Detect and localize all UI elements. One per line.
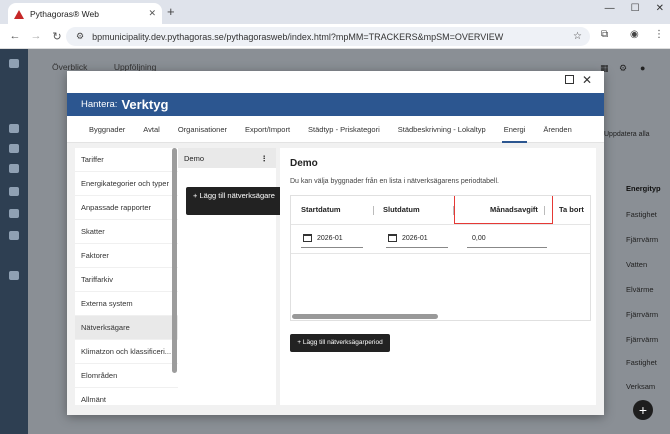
nav-item-climate-zone[interactable]: Klimatzon och klassificeri... xyxy=(75,340,178,364)
settings-gear-icon[interactable]: ⚙ xyxy=(619,63,627,74)
table-cell: Fjärrvärm xyxy=(626,235,659,244)
close-modal-icon[interactable]: ✕ xyxy=(582,73,592,87)
maximize-modal-icon[interactable] xyxy=(565,75,574,84)
app-side-rail xyxy=(0,49,28,434)
browser-tab[interactable]: Pythagoras® Web ✕ xyxy=(8,3,162,24)
reload-icon[interactable]: ↻ xyxy=(51,30,63,43)
url-field[interactable]: ⚙ bpmunicipality.dev.pythagoras.se/pytha… xyxy=(66,27,590,46)
add-period-button[interactable]: + Lägg till nätverksägarperiod xyxy=(290,334,390,352)
address-bar: ← → ↻ ⚙ bpmunicipality.dev.pythagoras.se… xyxy=(0,24,670,49)
pythagoras-favicon-icon xyxy=(14,9,24,19)
tab-energy[interactable]: Energi xyxy=(501,116,528,143)
table-horizontal-scrollbar[interactable] xyxy=(292,314,438,319)
add-network-owner-button[interactable]: + Lägg till nätverksägare xyxy=(186,187,282,215)
header-divider xyxy=(291,224,590,225)
browser-tab-title: Pythagoras® Web xyxy=(30,8,99,19)
tab-cleaning-type-price[interactable]: Städtyp - Priskategori xyxy=(308,116,380,143)
close-tab-icon[interactable]: ✕ xyxy=(148,8,156,19)
network-owner-list: Demo ⋮ + Lägg till nätverksägare xyxy=(178,148,282,405)
monthly-fee-input[interactable]: 0,00 xyxy=(467,230,547,248)
column-header-delete: Ta bort xyxy=(559,205,584,214)
minimize-window-icon[interactable]: — xyxy=(605,3,615,14)
close-window-icon[interactable]: ✕ xyxy=(656,3,664,14)
rail-nav-icon[interactable] xyxy=(9,124,19,133)
row-divider xyxy=(291,253,590,254)
nav-item-energy-categories[interactable]: Energikategorier och typer xyxy=(75,172,178,196)
modal-title: Verktyg xyxy=(121,97,169,112)
profile-icon[interactable]: ◉ xyxy=(630,29,639,40)
user-icon[interactable]: ● xyxy=(640,63,645,73)
table-cell: Verksam xyxy=(626,382,656,391)
bookmark-star-icon[interactable]: ☆ xyxy=(573,31,582,42)
table-cell: Fjärrvärm xyxy=(626,310,659,319)
monthly-fee-highlight xyxy=(454,196,553,224)
nav-item-network-owners[interactable]: Nätverksägare xyxy=(75,316,178,340)
add-fab-button[interactable]: + xyxy=(633,400,653,420)
apps-grid-icon[interactable] xyxy=(9,59,19,68)
nav-item-external-systems[interactable]: Externa system xyxy=(75,292,178,316)
network-owner-name: Demo xyxy=(184,153,205,163)
rail-nav-icon[interactable] xyxy=(9,164,19,173)
browser-menu-icon[interactable]: ⋮ xyxy=(654,29,664,40)
column-header-start-date[interactable]: Startdatum xyxy=(301,196,341,224)
rail-nav-icon[interactable] xyxy=(9,271,19,280)
nav-item-custom-reports[interactable]: Anpassade rapporter xyxy=(75,196,178,220)
background-table-column: Energityp Fastighet Fjärrvärm Vatten Elv… xyxy=(604,148,670,398)
extensions-icon[interactable]: ⧉ xyxy=(601,29,608,40)
nav-item-tariff-archive[interactable]: Tariffarkiv xyxy=(75,268,178,292)
browser-tab-bar: Pythagoras® Web ✕ + — ☐ ✕ xyxy=(0,0,670,24)
more-options-icon[interactable]: ⋮ xyxy=(261,154,269,163)
energy-left-nav: Tariffer Energikategorier och typer Anpa… xyxy=(75,148,178,405)
new-tab-icon[interactable]: + xyxy=(167,4,175,19)
tab-contracts[interactable]: Avtal xyxy=(143,116,160,143)
table-cell: Fjärrvärm xyxy=(626,335,659,344)
nav-item-electricity-areas[interactable]: Elområden xyxy=(75,364,178,388)
detail-title: Demo xyxy=(290,158,318,169)
rail-nav-icon[interactable] xyxy=(9,187,19,196)
rail-nav-icon[interactable] xyxy=(9,231,19,240)
nav-item-factors[interactable]: Faktorer xyxy=(75,244,178,268)
maximize-window-icon[interactable]: ☐ xyxy=(631,3,640,14)
column-header-energityp: Energityp xyxy=(626,184,661,193)
nav-item-tariffs[interactable]: Tariffer xyxy=(75,148,178,172)
end-date-value: 2026-01 xyxy=(402,235,428,242)
site-info-icon[interactable]: ⚙ xyxy=(76,31,84,42)
column-header-end-date[interactable]: Slutdatum xyxy=(383,196,420,224)
table-cell: Vatten xyxy=(626,260,648,269)
left-nav-scrollbar[interactable] xyxy=(172,148,177,373)
tab-buildings[interactable]: Byggnader xyxy=(89,116,125,143)
nav-item-taxes[interactable]: Skatter xyxy=(75,220,178,244)
manage-tools-modal: ✕ Hantera: Verktyg Byggnader Avtal Organ… xyxy=(67,71,604,415)
network-owner-detail: Demo Du kan välja byggnader från en list… xyxy=(280,148,596,405)
start-date-value: 2026-01 xyxy=(317,235,343,242)
modal-body: Tariffer Energikategorier och typer Anpa… xyxy=(67,143,604,415)
modal-tabs: Byggnader Avtal Organisationer Export/Im… xyxy=(67,116,604,143)
update-all-label[interactable]: Uppdatera alla xyxy=(604,131,650,138)
table-cell: Elvärme xyxy=(626,285,654,294)
column-separator xyxy=(373,206,374,215)
tab-export-import[interactable]: Export/Import xyxy=(245,116,290,143)
table-cell: Fastighet xyxy=(626,358,657,367)
end-date-field[interactable]: 2026-01 xyxy=(386,230,448,248)
forward-icon[interactable]: → xyxy=(30,30,42,42)
nav-item-general[interactable]: Allmänt xyxy=(75,388,178,405)
tab-organisations[interactable]: Organisationer xyxy=(178,116,227,143)
detail-description: Du kan välja byggnader från en lista i n… xyxy=(290,178,499,185)
modal-header-prefix: Hantera: xyxy=(81,99,118,110)
calendar-icon[interactable] xyxy=(388,234,397,243)
tab-cleaning-description[interactable]: Städbeskrivning - Lokaltyp xyxy=(398,116,486,143)
back-icon[interactable]: ← xyxy=(9,30,21,42)
modal-header: Hantera: Verktyg xyxy=(67,93,604,116)
rail-nav-icon[interactable] xyxy=(9,209,19,218)
table-cell: Fastighet xyxy=(626,210,657,219)
start-date-field[interactable]: 2026-01 xyxy=(301,230,363,248)
url-text: bpmunicipality.dev.pythagoras.se/pythago… xyxy=(92,31,504,42)
rail-nav-icon[interactable] xyxy=(9,144,19,153)
tab-cases[interactable]: Ärenden xyxy=(543,116,571,143)
period-table: Startdatum Slutdatum Månadsavgift Ta bor… xyxy=(290,195,591,321)
network-owner-item[interactable]: Demo ⋮ xyxy=(178,148,276,168)
calendar-icon[interactable] xyxy=(303,234,312,243)
